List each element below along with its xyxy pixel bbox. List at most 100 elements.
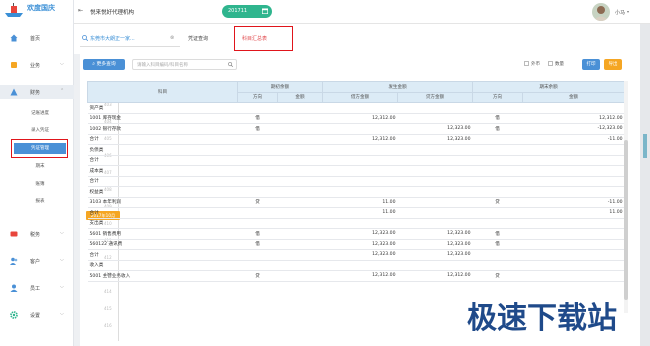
table-row[interactable]: 1002 银行存款借 12,323.00 借 -12,323.00 xyxy=(87,123,625,135)
cell-opening-direction xyxy=(237,176,278,187)
sidebar-item-tax[interactable]: 税务 ⌵ xyxy=(0,227,74,241)
search-icon[interactable] xyxy=(228,62,233,67)
cell-debit-amount xyxy=(322,176,398,187)
foreign-currency-checkbox[interactable] xyxy=(524,61,529,66)
cell-debit-amount: 11.00 xyxy=(322,207,398,219)
cell-subject: 合计 xyxy=(87,249,238,261)
cell-opening-amount xyxy=(277,260,323,271)
col-opening-balance: 期初余额 xyxy=(236,81,324,93)
table-row[interactable]: 权益类 xyxy=(87,186,625,198)
search-input[interactable]: 请输入科目编码/科目名称 xyxy=(132,59,237,70)
table-row[interactable]: 成本类 xyxy=(87,165,625,177)
table-row[interactable]: 合计 xyxy=(87,155,625,166)
cell-opening-amount xyxy=(277,165,323,177)
sidebar-item-settings[interactable]: 设置 ⌵ xyxy=(0,308,74,322)
print-button[interactable]: 打印 xyxy=(582,59,600,70)
table-row[interactable]: 合计 xyxy=(87,176,625,187)
export-button[interactable]: 导出 xyxy=(604,59,622,70)
cell-closing-direction: 借 xyxy=(472,239,523,250)
calendar-icon xyxy=(262,8,268,14)
cell-credit-amount: 12,323.00 xyxy=(397,239,473,250)
sub-item-period-end[interactable]: 期末 xyxy=(14,161,66,172)
table-row[interactable]: 收入类 xyxy=(87,260,625,271)
tab-voucher-query[interactable]: 凭证查询 xyxy=(184,31,224,47)
cell-closing-amount xyxy=(522,249,625,261)
cell-credit-amount xyxy=(397,165,473,177)
cell-closing-direction xyxy=(472,134,523,145)
col-subject: 科目 xyxy=(87,81,238,103)
cell-subject: 权益类 xyxy=(87,186,238,198)
cell-debit-amount xyxy=(322,102,398,114)
sidebar-item-home[interactable]: 首页 xyxy=(0,31,74,45)
cell-closing-amount xyxy=(522,186,625,198)
cell-closing-amount xyxy=(522,165,625,177)
cell-opening-amount xyxy=(277,197,323,208)
sub-item-bookkeeping-progress[interactable]: 记账进度 xyxy=(14,108,66,119)
cell-closing-direction xyxy=(472,102,523,114)
cell-opening-amount xyxy=(277,270,323,282)
cell-opening-amount xyxy=(277,186,323,198)
sub-item-enter-voucher[interactable]: 录入凭证 xyxy=(14,125,66,136)
collapse-sidebar-icon[interactable]: ⇤ xyxy=(78,7,83,14)
cell-opening-direction xyxy=(237,102,278,114)
tax-icon xyxy=(10,231,18,237)
cell-debit-amount xyxy=(322,165,398,177)
cell-opening-amount xyxy=(277,113,323,124)
sidebar-item-customer[interactable]: 客户 ⌵ xyxy=(0,254,74,268)
cell-subject: 合计 xyxy=(87,176,238,187)
tab-company[interactable]: 东莞市大朗正一家... ⊗ xyxy=(80,31,180,47)
table-row[interactable]: 3103 本年利润贷 11.00 贷 -11.00 xyxy=(87,197,625,208)
cell-opening-direction xyxy=(237,260,278,271)
sidebar-item-finance[interactable]: 财务 ⌃ xyxy=(0,85,74,99)
table-scrollbar-thumb[interactable] xyxy=(624,140,628,300)
cell-opening-direction xyxy=(237,165,278,177)
cell-opening-amount xyxy=(277,239,323,250)
watermark-logo: 极速下载站 xyxy=(466,300,619,338)
cell-subject: 5601 销售费用 xyxy=(87,228,238,240)
cell-closing-direction xyxy=(472,144,523,156)
sidebar-item-label: 税务 xyxy=(30,232,41,238)
quantity-checkbox[interactable] xyxy=(548,61,553,66)
watermark: 极速下载站 xyxy=(440,295,645,340)
table-row[interactable]: 560122 通讯费借 12,323.00 12,323.00 借 xyxy=(87,239,625,250)
table-row[interactable]: 合计 11.00 11.00 xyxy=(87,207,625,219)
app-logo[interactable]: 欢度国庆 xyxy=(3,2,69,20)
col-closing-direction: 方向 xyxy=(472,91,524,103)
table-row[interactable]: 5001 主营业务收入贷 12,312.00 12,312.00 贷 xyxy=(87,270,625,282)
cell-debit-amount: 12,312.00 xyxy=(322,134,398,145)
table-row[interactable]: 负债类 xyxy=(87,144,625,156)
cell-subject: 1002 银行存款 xyxy=(87,123,238,135)
cell-opening-direction xyxy=(237,144,278,156)
sub-item-reports[interactable]: 报表 xyxy=(14,196,66,207)
sidebar-item-staff[interactable]: 员工 ⌵ xyxy=(0,281,74,295)
cell-subject: 3103 本年利润 xyxy=(87,197,238,208)
subject-summary-highlight xyxy=(234,26,293,51)
cell-closing-direction: 借 xyxy=(472,123,523,135)
table-row[interactable]: 支出类 xyxy=(87,218,625,229)
period-selector[interactable]: 201711 xyxy=(222,5,272,18)
cell-credit-amount xyxy=(397,113,473,124)
more-query-button[interactable]: ⌕ 更多查询 xyxy=(83,59,125,70)
avatar[interactable] xyxy=(592,3,610,21)
cell-closing-direction xyxy=(472,155,523,166)
cell-credit-amount xyxy=(397,197,473,208)
cell-credit-amount xyxy=(397,176,473,187)
cell-credit-amount xyxy=(397,207,473,219)
rail-line-number: 416 xyxy=(104,323,112,328)
sidebar: 欢度国庆 首页 业务 ⌵ 财务 ⌃ 记账进度 录入凭证 凭证管理 期末 账簿 报… xyxy=(0,0,74,346)
col-opening-amount: 金额 xyxy=(276,91,324,103)
finance-icon xyxy=(10,88,18,96)
table-row[interactable]: 合计 12,312.00 12,323.00 -11.00 xyxy=(87,134,625,145)
voucher-management-highlight xyxy=(11,139,68,158)
side-handle[interactable] xyxy=(643,134,647,158)
table-row[interactable]: 合计 12,323.00 12,323.00 xyxy=(87,249,625,261)
user-name[interactable]: 小马 xyxy=(615,9,625,16)
user-menu-caret-icon[interactable]: ▾ xyxy=(627,9,629,14)
table-row[interactable]: 资产类 xyxy=(87,102,625,114)
sidebar-item-business[interactable]: 业务 ⌵ xyxy=(0,58,74,72)
sub-item-ledger[interactable]: 账簿 xyxy=(14,179,66,190)
tab-close-icon[interactable]: ⊗ xyxy=(170,35,174,41)
table-row[interactable]: 1001 库存现金借 12,312.00 借 12,312.00 xyxy=(87,113,625,124)
table-row[interactable]: 5601 销售费用借 12,323.00 12,323.00 借 xyxy=(87,228,625,240)
cell-debit-amount: 12,312.00 xyxy=(322,270,398,282)
